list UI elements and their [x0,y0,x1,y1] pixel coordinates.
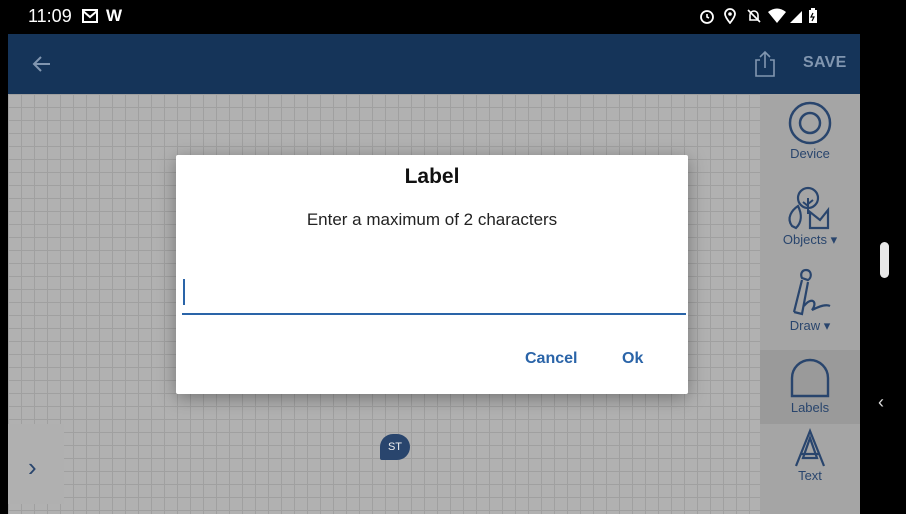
dialog-title: Label [404,165,460,188]
alarm-icon [700,10,714,24]
signal-icon [790,11,802,23]
chevron-left-icon[interactable]: ‹ [878,392,884,413]
app-notification-icon: W [106,6,123,25]
scroll-handle[interactable] [880,242,889,278]
label-input[interactable] [182,275,686,315]
ok-button[interactable]: Ok [622,350,643,368]
location-icon [724,8,736,24]
label-dialog: Label Enter a maximum of 2 characters Ca… [176,155,688,394]
wifi-icon [768,8,786,23]
battery-icon [809,8,817,23]
status-bar: 11:09 W [8,0,860,34]
mail-icon [82,9,98,23]
dialog-message: Enter a maximum of 2 characters [306,210,558,229]
notifications-off-icon [747,9,761,23]
device-screen: 11:09 W SAVE Device Objects ▾ Draw ▾ Lab… [8,0,860,514]
status-time: 11:09 [28,6,72,26]
text-cursor [183,279,185,305]
cancel-button[interactable]: Cancel [525,350,577,368]
